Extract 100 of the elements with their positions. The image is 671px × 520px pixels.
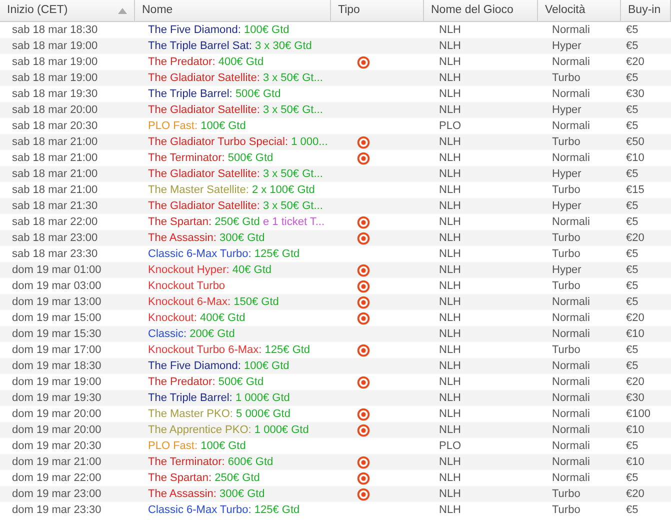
tournament-name[interactable]: Knockout 6-Max: 150€ Gtd: [148, 296, 279, 308]
tournament-name[interactable]: Knockout: 400€ Gtd: [148, 312, 246, 324]
tournament-name[interactable]: The Spartan: 250€ Gtd e 1 ticket T...: [148, 216, 325, 228]
start-time: sab 18 mar 21:30: [12, 200, 98, 212]
tournament-name[interactable]: The Triple Barrel: 1 000€ Gtd: [148, 392, 290, 404]
game-type: NLH: [439, 296, 462, 308]
tournament-name[interactable]: The Triple Barrel: 500€ Gtd: [148, 88, 281, 100]
start-time: dom 19 mar 23:00: [12, 488, 102, 500]
start-time: dom 19 mar 15:30: [12, 328, 102, 340]
tournament-name[interactable]: PLO Fast: 100€ Gtd: [148, 440, 246, 452]
start-time: sab 18 mar 19:00: [12, 40, 98, 52]
game-type: NLH: [439, 344, 462, 356]
tournament-name[interactable]: The Five Diamond: 100€ Gtd: [148, 360, 290, 372]
buy-in: €5: [626, 24, 638, 36]
tournament-name[interactable]: The Gladiator Satellite: 3 x 50€ Gt...: [148, 168, 323, 180]
game-type: NLH: [439, 280, 462, 292]
speed: Hyper: [552, 168, 582, 180]
game-type: NLH: [439, 56, 462, 68]
tournament-name[interactable]: The Triple Barrel Sat: 3 x 30€ Gtd: [148, 40, 312, 52]
game-type: NLH: [439, 136, 462, 148]
tournament-name[interactable]: Classic 6-Max Turbo: 125€ Gtd: [148, 504, 300, 516]
buy-in: €10: [626, 424, 644, 436]
buy-in: €20: [626, 376, 644, 388]
buy-in: €15: [626, 184, 644, 196]
tournament-name[interactable]: The Spartan: 250€ Gtd: [148, 472, 260, 484]
game-type: NLH: [439, 312, 462, 324]
buy-in: €5: [626, 72, 638, 84]
start-time: sab 18 mar 22:00: [12, 216, 98, 228]
game-type: NLH: [439, 328, 462, 340]
game-type: NLH: [439, 248, 462, 260]
tournament-name[interactable]: Classic 6-Max Turbo: 125€ Gtd: [148, 248, 300, 260]
speed: Normali: [552, 24, 590, 36]
start-time: dom 19 mar 21:00: [12, 456, 102, 468]
game-type: NLH: [439, 88, 462, 100]
speed: Normali: [552, 408, 590, 420]
start-time: dom 19 mar 17:00: [12, 344, 102, 356]
speed: Normali: [552, 56, 590, 68]
tournament-name[interactable]: The Predator: 500€ Gtd: [148, 376, 264, 388]
buy-in: €5: [626, 168, 638, 180]
speed: Turbo: [552, 72, 580, 84]
buy-in: €20: [626, 232, 644, 244]
game-type: NLH: [439, 216, 462, 228]
speed: Normali: [552, 392, 590, 404]
game-type: NLH: [439, 104, 462, 116]
column-header[interactable]: Tipo: [331, 0, 424, 22]
column-header[interactable]: Buy-in: [621, 0, 671, 22]
tournament-name[interactable]: PLO Fast: 100€ Gtd: [148, 120, 246, 132]
tournament-name[interactable]: The Assassin: 300€ Gtd: [148, 488, 265, 500]
tournament-name[interactable]: Knockout Hyper: 40€ Gtd: [148, 264, 272, 276]
tournament-name[interactable]: The Master PKO: 5 000€ Gtd: [148, 408, 290, 420]
tournament-name[interactable]: Classic: 200€ Gtd: [148, 328, 235, 340]
start-time: dom 19 mar 19:30: [12, 392, 102, 404]
start-time: sab 18 mar 19:30: [12, 88, 98, 100]
speed: Normali: [552, 296, 590, 308]
tournament-name[interactable]: Knockout Turbo 6-Max: 125€ Gtd: [148, 344, 310, 356]
game-type: NLH: [439, 24, 462, 36]
column-header[interactable]: Nome: [135, 0, 331, 22]
game-type: NLH: [439, 232, 462, 244]
buy-in: €5: [626, 280, 638, 292]
tournament-name[interactable]: The Gladiator Satellite: 3 x 50€ Gt...: [148, 72, 323, 84]
tournament-name[interactable]: The Terminator: 600€ Gtd: [148, 456, 274, 468]
tournament-name[interactable]: The Assassin: 300€ Gtd: [148, 232, 265, 244]
buy-in: €10: [626, 328, 644, 340]
tournament-name[interactable]: The Master Satellite: 2 x 100€ Gtd: [148, 184, 315, 196]
start-time: dom 19 mar 01:00: [12, 264, 102, 276]
speed: Normali: [552, 456, 590, 468]
tournament-name[interactable]: The Terminator: 500€ Gtd: [148, 152, 274, 164]
speed: Normali: [552, 120, 590, 132]
start-time: dom 19 mar 03:00: [12, 280, 102, 292]
tournament-name[interactable]: The Gladiator Satellite: 3 x 50€ Gt...: [148, 104, 323, 116]
buy-in: €20: [626, 488, 644, 500]
start-time: sab 18 mar 19:00: [12, 72, 98, 84]
speed: Normali: [552, 88, 590, 100]
start-time: sab 18 mar 20:30: [12, 120, 98, 132]
tournament-name[interactable]: The Gladiator Satellite: 3 x 50€ Gt...: [148, 200, 323, 212]
buy-in: €30: [626, 88, 644, 100]
tournament-name[interactable]: The Predator: 400€ Gtd: [148, 56, 264, 68]
speed: Turbo: [552, 232, 580, 244]
tournament-name[interactable]: The Apprentice PKO: 1 000€ Gtd: [148, 424, 309, 436]
column-header[interactable]: Nome del Gioco: [424, 0, 538, 22]
start-time: dom 19 mar 15:00: [12, 312, 102, 324]
buy-in: €20: [626, 56, 644, 68]
column-header[interactable]: Inizio (CET): [0, 0, 135, 22]
start-time: sab 18 mar 20:00: [12, 104, 98, 116]
buy-in: €5: [626, 264, 638, 276]
column-header[interactable]: Velocità: [538, 0, 621, 22]
speed: Hyper: [552, 200, 582, 212]
buy-in: €5: [626, 360, 638, 372]
speed: Normali: [552, 152, 590, 164]
speed: Normali: [552, 328, 590, 340]
game-type: NLH: [439, 360, 462, 372]
tournament-name[interactable]: Knockout Turbo: [148, 280, 226, 292]
speed: Normali: [552, 376, 590, 388]
tournament-name[interactable]: The Gladiator Turbo Special: 1 000...: [148, 136, 328, 148]
speed: Normali: [552, 312, 590, 324]
start-time: dom 19 mar 22:00: [12, 472, 102, 484]
tournament-name[interactable]: The Five Diamond: 100€ Gtd: [148, 24, 290, 36]
start-time: sab 18 mar 21:00: [12, 136, 98, 148]
buy-in: €5: [626, 440, 638, 452]
game-type: NLH: [439, 504, 462, 516]
